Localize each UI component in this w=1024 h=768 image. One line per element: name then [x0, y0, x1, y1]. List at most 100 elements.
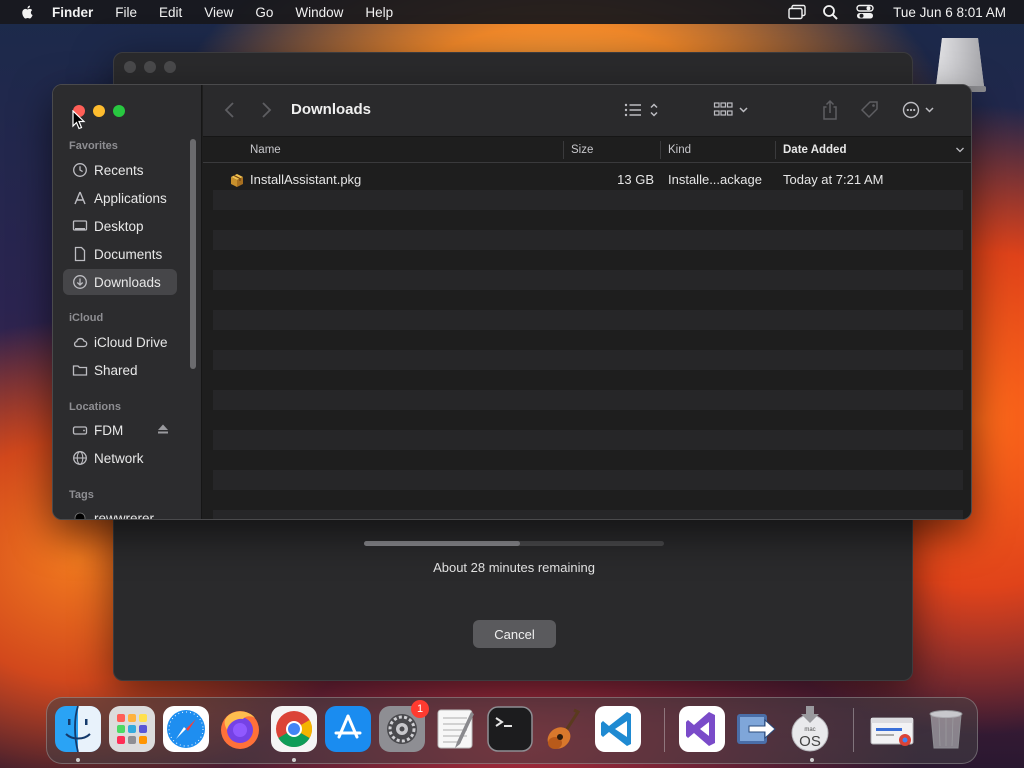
group-by-icon[interactable] — [713, 101, 751, 119]
garageband-icon — [547, 708, 581, 749]
control-center-icon[interactable] — [855, 4, 875, 20]
sidebar-section-locations: Locations — [69, 401, 121, 413]
sidebar-item-network[interactable]: Network — [63, 445, 177, 471]
more-actions-icon[interactable] — [901, 100, 939, 120]
menu-app-name[interactable]: Finder — [52, 5, 93, 20]
app-store-icon — [325, 706, 371, 752]
document-icon — [74, 246, 86, 262]
sidebar-item-desktop[interactable]: Desktop — [63, 213, 177, 239]
dock-install-macos[interactable]: mac OS — [787, 706, 833, 752]
file-date-added: Today at 7:21 AM — [783, 172, 884, 187]
column-divider[interactable] — [563, 141, 564, 159]
sidebar-item-tag[interactable]: rewwrerer — [63, 505, 177, 520]
dock-migration-assistant[interactable] — [733, 706, 779, 752]
package-icon — [231, 174, 243, 187]
running-indicator — [810, 758, 814, 762]
applications-icon — [74, 191, 86, 205]
apple-menu-icon[interactable] — [18, 4, 38, 20]
empty-row — [213, 470, 963, 490]
menu-help[interactable]: Help — [365, 5, 393, 20]
chrome-icon — [271, 706, 317, 752]
installer-minimize-button[interactable] — [144, 61, 156, 73]
sidebar-section-icloud: iCloud — [69, 312, 104, 324]
dock-garageband[interactable] — [541, 706, 587, 752]
visual-studio-icon — [679, 706, 725, 752]
column-header-name[interactable]: Name — [250, 144, 281, 156]
column-divider[interactable] — [660, 141, 661, 159]
install-macos-label: OS — [799, 733, 821, 750]
sidebar-item-shared[interactable]: Shared — [63, 357, 177, 383]
dock-terminal[interactable] — [487, 706, 533, 752]
sort-descending-chevron-icon[interactable] — [955, 146, 965, 154]
sidebar-item-label: rewwrerer — [94, 510, 155, 520]
dock-separator — [853, 708, 854, 752]
installer-zoom-button[interactable] — [164, 61, 176, 73]
menu-file[interactable]: File — [115, 5, 137, 20]
dock-separator — [664, 708, 665, 752]
spotlight-search-icon[interactable] — [821, 4, 841, 20]
zoom-button[interactable] — [113, 105, 125, 117]
sidebar-item-applications[interactable]: Applications — [63, 185, 177, 211]
forward-chevron-icon[interactable] — [259, 101, 273, 119]
dock-chrome[interactable] — [271, 706, 317, 752]
dock-chrome-apps-folder[interactable] — [869, 706, 915, 752]
column-divider[interactable] — [775, 141, 776, 159]
menu-window[interactable]: Window — [295, 5, 343, 20]
dock-vscode[interactable] — [595, 706, 641, 752]
empty-row — [213, 270, 963, 290]
sidebar-item-recents[interactable]: Recents — [63, 157, 177, 183]
empty-row — [213, 350, 963, 370]
list-view-toggle-icon[interactable] — [623, 101, 661, 119]
cancel-button[interactable]: Cancel — [473, 620, 556, 648]
menu-go[interactable]: Go — [255, 5, 273, 20]
sidebar-item-icloud-drive[interactable]: iCloud Drive — [63, 329, 177, 355]
screen-mirroring-icon[interactable] — [787, 4, 807, 20]
sidebar-item-documents[interactable]: Documents — [63, 241, 177, 267]
sidebar-item-fdm[interactable]: FDM — [63, 417, 177, 443]
dock-safari[interactable] — [163, 706, 209, 752]
eject-icon[interactable] — [157, 423, 169, 435]
minimize-button[interactable] — [93, 105, 105, 117]
share-icon[interactable] — [821, 99, 839, 121]
desktop-icon — [72, 220, 88, 231]
shared-folder-icon — [72, 365, 88, 376]
table-row[interactable]: InstallAssistant.pkg 13 GB Installe...ac… — [213, 170, 963, 190]
menu-clock[interactable]: Tue Jun 6 8:01 AM — [893, 5, 1006, 20]
column-header-date-added[interactable]: Date Added — [783, 144, 846, 156]
dock-trash[interactable] — [923, 706, 969, 752]
column-headers: Name Size Kind Date Added — [203, 137, 971, 163]
dock-finder[interactable] — [55, 705, 101, 753]
sidebar-scrollbar[interactable] — [190, 139, 196, 369]
dock-visual-studio[interactable] — [679, 706, 725, 752]
file-kind: Installe...ackage — [668, 172, 762, 187]
dock-firefox[interactable] — [217, 706, 263, 752]
sidebar-item-downloads[interactable]: Downloads — [63, 269, 177, 295]
sidebar-item-label: iCloud Drive — [94, 334, 168, 350]
column-header-kind[interactable]: Kind — [668, 144, 691, 156]
running-indicator — [76, 758, 80, 762]
dock-system-settings[interactable]: 1 — [379, 700, 429, 752]
empty-row — [213, 390, 963, 410]
dock-app-store[interactable] — [325, 706, 371, 752]
sidebar-section-tags: Tags — [69, 489, 94, 501]
column-header-size[interactable]: Size — [571, 144, 593, 156]
launchpad-icon — [109, 706, 155, 752]
menu-view[interactable]: View — [204, 5, 233, 20]
safari-icon — [163, 706, 209, 752]
empty-row — [213, 190, 963, 210]
tag-icon[interactable] — [859, 100, 881, 120]
finder-icon — [55, 705, 101, 753]
sidebar-item-label: Documents — [94, 246, 163, 262]
menu-edit[interactable]: Edit — [159, 5, 182, 20]
vscode-icon — [595, 706, 641, 752]
back-chevron-icon[interactable] — [223, 101, 237, 119]
dock-launchpad[interactable] — [109, 706, 155, 752]
install-progress-bar — [364, 541, 664, 546]
window-title: Downloads — [291, 101, 372, 118]
sidebar-item-label: Applications — [94, 190, 167, 206]
file-list: Name Size Kind Date Added InstallAssista… — [203, 137, 971, 519]
dock-textedit[interactable] — [433, 706, 479, 752]
installer-close-button[interactable] — [124, 61, 136, 73]
dock: 1 mac OS — [46, 697, 978, 764]
migration-icon — [737, 714, 776, 744]
